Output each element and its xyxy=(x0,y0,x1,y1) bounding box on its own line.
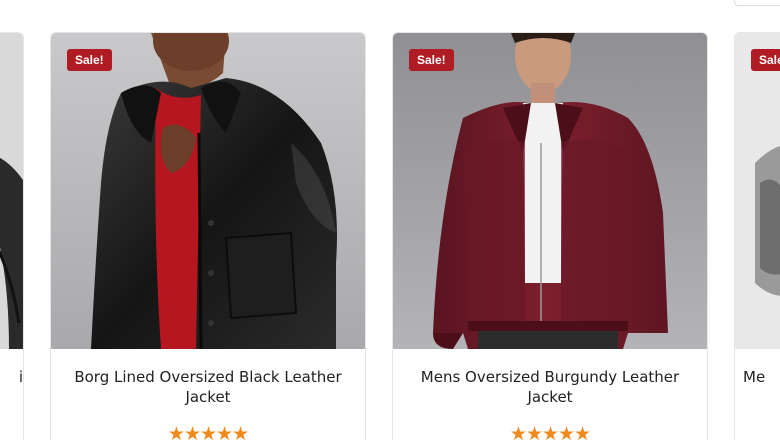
sale-badge: Sale! xyxy=(67,49,112,71)
product-image[interactable]: Sale xyxy=(735,33,780,349)
product-card[interactable]: Sale! Borg Lined Oversized Black Leather… xyxy=(50,32,366,440)
product-card[interactable]: Sale Me xyxy=(734,32,780,440)
sale-badge: Sale! xyxy=(409,49,454,71)
product-card[interactable]: i xyxy=(0,32,24,440)
product-title[interactable]: Me xyxy=(743,367,780,387)
product-carousel: i Sale! Borg Lined Oversized Black Leath… xyxy=(0,0,780,440)
product-title[interactable]: Mens Oversized Burgundy Leather Jacket xyxy=(401,367,699,407)
rating-stars: ★★★★★ xyxy=(509,424,591,440)
product-image[interactable]: Sale! xyxy=(393,33,707,349)
product-title[interactable]: Borg Lined Oversized Black Leather Jacke… xyxy=(59,367,357,407)
product-image[interactable]: Sale! xyxy=(51,33,365,349)
sale-badge: Sale xyxy=(751,49,780,71)
product-card[interactable]: Sale! Mens Oversized Burgundy Leather Ja… xyxy=(392,32,708,440)
product-image[interactable] xyxy=(0,33,23,349)
sort-select[interactable] xyxy=(734,0,780,6)
product-title[interactable]: i xyxy=(0,367,23,387)
rating-stars: ★★★★★ xyxy=(167,424,249,440)
